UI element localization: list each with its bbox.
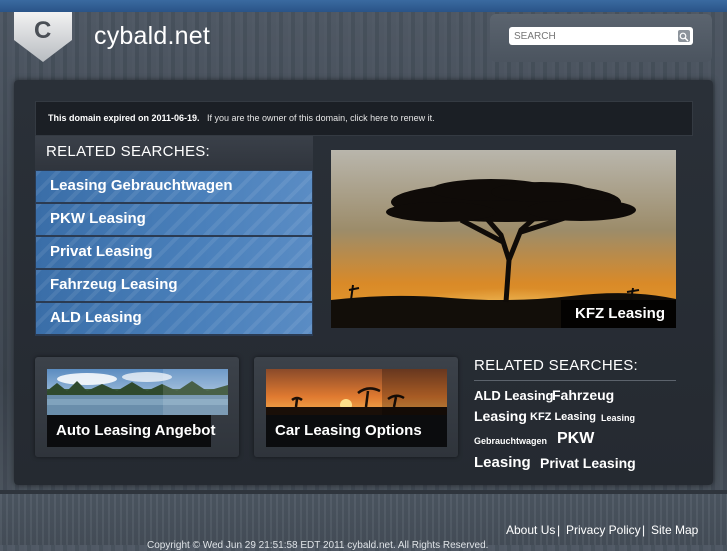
footer-link-site-map[interactable]: Site Map bbox=[651, 523, 698, 537]
expiry-notice-bold: This domain expired on 2011-06-19. bbox=[48, 113, 200, 123]
footer-link-privacy-policy[interactable]: Privacy Policy bbox=[566, 523, 641, 537]
hero-label: KFZ Leasing bbox=[574, 305, 665, 322]
tile-label-box: Car Leasing Options bbox=[266, 415, 447, 447]
tile-car-leasing-options[interactable]: Car Leasing Options bbox=[254, 357, 458, 457]
site-logo[interactable]: C bbox=[14, 12, 72, 62]
tile-label: Auto Leasing Angebot bbox=[56, 422, 216, 439]
side-divider bbox=[474, 380, 676, 381]
tile-label: Car Leasing Options bbox=[275, 422, 422, 439]
search-panel bbox=[490, 14, 712, 62]
side-related-title: RELATED SEARCHES: bbox=[474, 357, 639, 374]
renew-link[interactable]: If you are the owner of this domain, cli… bbox=[207, 113, 435, 123]
tag-kfz-leasing[interactable]: KFZ Leasing bbox=[530, 411, 596, 423]
tag-gebrauchtwagen[interactable]: Gebrauchtwagen bbox=[474, 436, 547, 446]
tag-leasing-large[interactable]: Leasing bbox=[474, 454, 531, 471]
tile-image-lake bbox=[47, 369, 228, 415]
tag-leasing-small[interactable]: Leasing bbox=[601, 413, 635, 423]
tile-auto-leasing-angebot[interactable]: Auto Leasing Angebot bbox=[35, 357, 239, 457]
related-item-pkw-leasing[interactable]: PKW Leasing bbox=[36, 204, 312, 235]
hero-banner[interactable]: KFZ Leasing bbox=[331, 150, 676, 328]
related-searches-panel: RELATED SEARCHES: Leasing Gebrauchtwagen… bbox=[35, 136, 313, 336]
top-accent-bar bbox=[0, 0, 727, 12]
related-item-privat-leasing[interactable]: Privat Leasing bbox=[36, 237, 312, 268]
tag-leasing[interactable]: Leasing bbox=[474, 408, 527, 424]
related-item-label: PKW Leasing bbox=[50, 210, 146, 227]
expiry-notice: This domain expired on 2011-06-19. If yo… bbox=[35, 101, 693, 136]
search-input[interactable] bbox=[514, 29, 674, 43]
tag-fahrzeug[interactable]: Fahrzeug bbox=[552, 387, 614, 403]
search-button[interactable] bbox=[678, 30, 690, 42]
tile-image-sunset bbox=[266, 369, 447, 415]
copyright-text: Copyright © Wed Jun 29 21:51:58 EDT 2011… bbox=[147, 540, 489, 551]
tag-ald-leasing[interactable]: ALD Leasing bbox=[474, 388, 553, 403]
related-item-fahrzeug-leasing[interactable]: Fahrzeug Leasing bbox=[36, 270, 312, 301]
tile-label-box: Auto Leasing Angebot bbox=[47, 415, 215, 447]
hero-label-box: KFZ Leasing bbox=[561, 300, 676, 328]
related-item-label: ALD Leasing bbox=[50, 309, 142, 326]
related-item-ald-leasing[interactable]: ALD Leasing bbox=[36, 303, 312, 334]
footer-link-about-us[interactable]: About Us bbox=[506, 523, 555, 537]
lake-landscape-image bbox=[47, 369, 228, 415]
tag-pkw[interactable]: PKW bbox=[557, 430, 594, 448]
related-searches-title: RELATED SEARCHES: bbox=[46, 143, 211, 160]
tag-privat-leasing[interactable]: Privat Leasing bbox=[540, 455, 636, 471]
search-icon bbox=[679, 32, 689, 42]
site-title[interactable]: cybald.net bbox=[94, 22, 210, 51]
related-item-label: Privat Leasing bbox=[50, 243, 153, 260]
related-item-leasing-gebrauchtwagen[interactable]: Leasing Gebrauchtwagen bbox=[36, 171, 312, 202]
footer-separator: | bbox=[557, 523, 561, 537]
sunset-landscape-image bbox=[266, 369, 447, 415]
related-item-label: Leasing Gebrauchtwagen bbox=[50, 177, 233, 194]
footer: About Us | Privacy Policy | Site Map Cop… bbox=[0, 490, 727, 551]
search-box bbox=[509, 27, 693, 45]
logo-letter: C bbox=[34, 17, 52, 44]
related-item-label: Fahrzeug Leasing bbox=[50, 276, 178, 293]
related-searches-header: RELATED SEARCHES: bbox=[35, 136, 313, 170]
footer-separator: | bbox=[642, 523, 646, 537]
footer-divider bbox=[0, 490, 727, 494]
